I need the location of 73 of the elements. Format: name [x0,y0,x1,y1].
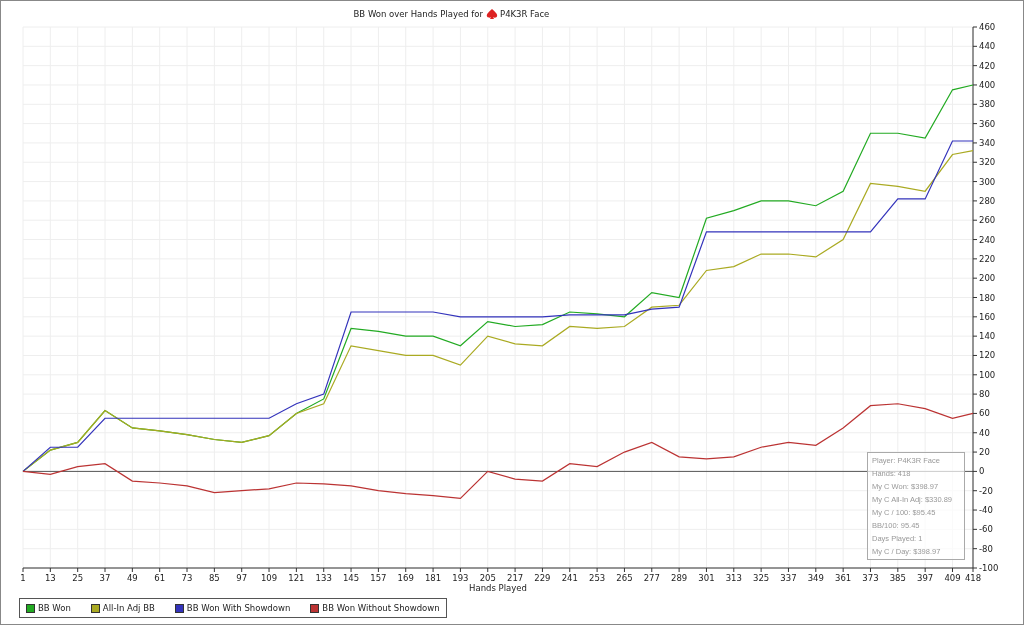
x-tick-label: 265 [616,573,633,583]
y-tick-label: 200 [979,273,996,284]
x-tick-label: 13 [44,573,56,583]
x-tick-label: 85 [208,573,220,583]
legend-label: BB Won [38,603,71,613]
x-tick-label: 181 [424,573,442,583]
y-tick-label: 220 [979,253,996,264]
x-tick-label: 157 [370,573,387,583]
y-tick-label: 380 [979,99,996,110]
y-tick-label: -80 [979,543,993,554]
y-tick-label: 420 [979,60,996,71]
y-tick-label: 120 [979,350,996,361]
x-tick-label: 121 [288,573,305,583]
x-tick-label: 169 [397,573,414,583]
y-tick-label: 320 [979,157,996,168]
x-tick-label: 337 [780,573,797,583]
x-tick-label: 409 [944,573,961,583]
x-tick-label: 145 [342,573,360,583]
x-tick-label: 313 [725,573,742,583]
x-tick-label: 229 [534,573,551,583]
x-tick-label: 385 [889,573,906,583]
y-tick-label: 60 [979,408,990,419]
x-axis-title: Hands Played [469,583,527,593]
x-tick-label: 361 [835,573,852,583]
x-tick-label: 109 [260,573,278,583]
x-tick-label: 193 [452,573,469,583]
y-tick-label: 40 [979,427,990,438]
y-tick-label: 440 [979,41,996,52]
legend-label: BB Won With Showdown [186,603,291,613]
chart-title: BB Won over Hands Played for [353,9,483,19]
x-tick-label: 37 [99,573,111,583]
y-tick-label: 100 [979,369,996,380]
x-tick-label: 373 [862,573,879,583]
x-tick-label: 217 [506,573,524,583]
x-tick-label: 73 [181,573,193,583]
y-tick-label: 240 [979,234,996,245]
legend-label: BB Won Without Showdown [322,603,440,613]
x-tick-label: 349 [807,573,824,583]
y-tick-label: 280 [979,195,996,206]
y-tick-label: 400 [979,79,996,90]
y-tick-label: 180 [979,292,996,303]
y-tick-label: 0 [979,466,985,477]
y-tick-label: 340 [979,137,996,148]
y-tick-label: -60 [979,524,993,535]
x-tick-label: 25 [72,573,84,583]
x-tick-label: 133 [315,573,332,583]
x-tick-label: 397 [917,573,934,583]
x-tick-label: 49 [126,573,138,583]
y-tick-label: 140 [979,331,996,342]
x-tick-label: 97 [236,573,248,583]
y-tick-label: 460 [979,22,996,32]
y-tick-label: 300 [979,176,996,187]
x-tick-label: 253 [589,573,606,583]
y-tick-label: 360 [979,118,996,129]
spade-icon [486,9,498,19]
legend-label: All-In Adj BB [102,603,155,613]
y-tick-label: 160 [979,311,996,322]
x-tick-label: 301 [698,573,715,583]
y-tick-label: 20 [979,447,990,458]
y-tick-label: 260 [979,215,996,226]
x-tick-label: 1 [20,573,26,583]
x-tick-label: 289 [671,573,688,583]
y-tick-label: -20 [979,485,993,496]
y-tick-label: -100 [979,563,999,573]
y-tick-label: -40 [979,505,993,516]
x-tick-label: 418 [964,573,982,583]
x-tick-label: 277 [643,573,660,583]
player-name: P4K3R Face [500,9,550,19]
y-tick-label: 80 [979,389,990,400]
x-tick-label: 325 [753,573,770,583]
x-tick-label: 205 [479,573,496,583]
x-tick-label: 241 [561,573,578,583]
x-tick-label: 61 [154,573,166,583]
